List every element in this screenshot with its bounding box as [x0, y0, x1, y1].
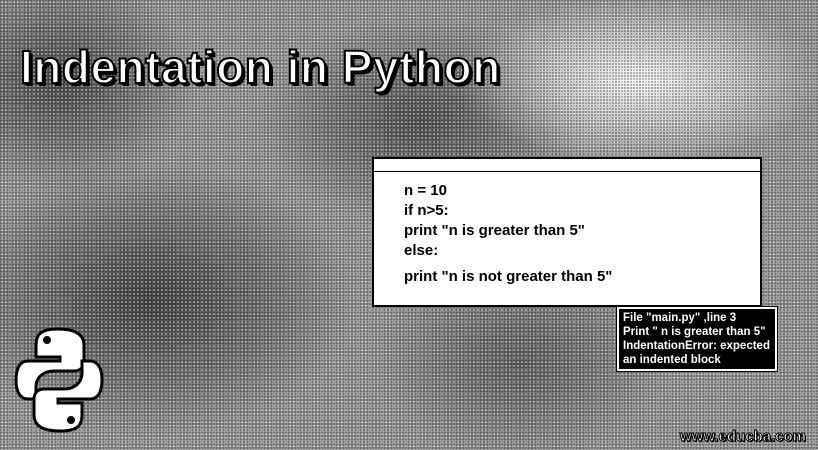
code-line: n = 10 [404, 182, 447, 199]
error-line: Print " n is greater than 5" [623, 326, 766, 338]
code-line: if n>5: [404, 202, 449, 219]
code-line: print "n is greater than 5" [404, 222, 585, 239]
error-line: File "main.py" ,line 3 [623, 312, 737, 324]
code-block: n = 10 if n>5: print "n is greater than … [404, 181, 612, 287]
watermark: www.educba.com [679, 428, 806, 446]
code-window: n = 10 if n>5: print "n is greater than … [372, 157, 762, 307]
error-line: IndentationError: expected [623, 340, 770, 352]
python-logo-icon [14, 327, 104, 433]
code-line: else: [404, 242, 439, 259]
error-message-box: File "main.py" ,line 3 Print " n is grea… [616, 306, 778, 372]
page-title: Indentation in Python [19, 40, 501, 94]
code-line: print "n is not greater than 5" [404, 268, 613, 285]
error-line: an indented block [623, 354, 721, 366]
code-window-titlebar [374, 159, 760, 172]
